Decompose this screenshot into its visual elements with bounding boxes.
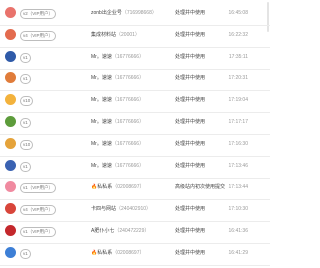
user-nickname: Mr。速速 [91, 53, 112, 60]
user-nickname: A肥仆小七 [91, 228, 115, 234]
timestamp: 16:22:32 [228, 31, 248, 38]
user-nickname: Mr。速速 [91, 162, 112, 169]
user-name[interactable]: Mr。速速（16776666） [91, 96, 144, 104]
user-name[interactable]: Mr。速速（16776666） [91, 140, 144, 148]
status-text: 处理并中使用 [175, 31, 206, 38]
status-text: 处理并中使用 [175, 228, 206, 234]
user-id: （240402910） [116, 206, 152, 213]
user-id: （02008697） [112, 249, 145, 256]
list-item[interactable]: v1 Mr。速速（16776666） 处理并中使用 17:13:46 [0, 156, 270, 179]
status-text: 处理并中使用 [175, 249, 206, 256]
user-id: （16776666） [111, 53, 145, 60]
user-id: （20001） [116, 31, 140, 38]
avatar-icon [5, 246, 16, 258]
level-badge: v4（VIP用户） [20, 205, 57, 216]
user-nickname: 集成材料站 [91, 31, 117, 38]
level-badge: v2（VIP用户） [20, 9, 57, 19]
status-text: 处理并中使用 [175, 206, 206, 213]
user-nickname: 卡四与网站 [91, 206, 117, 213]
list-item[interactable]: v4（VIP用户） 集成材料站（20001） 处理并中使用 16:22:32 [0, 25, 270, 48]
lips-avatar-icon [5, 225, 16, 236]
list-item[interactable]: v10 Mr。速速（16776666） 处理并中使用 17:19:04 [0, 90, 270, 114]
timestamp: 16:41:36 [228, 228, 248, 234]
avatar-icon [5, 116, 16, 127]
status-text: 处理并中使用 [175, 75, 206, 82]
status-text: 处理并中使用 [175, 53, 206, 60]
list-item[interactable]: v2（VIP用户） zonb出企业号（716998668） 处理并中使用 16:45:… [0, 3, 270, 26]
user-id: （240472229） [114, 228, 150, 234]
user-name[interactable]: 集成材料站（20001） [91, 31, 140, 39]
user-nickname: Mr。速速 [91, 119, 112, 125]
user-id: （02008697） [112, 184, 145, 191]
level-badge: v1（VIP用户） [20, 183, 57, 194]
user-id: （16776666） [111, 119, 145, 125]
status-text: 处理并中使用 [175, 97, 206, 104]
user-name[interactable]: Mr。速速（16776666） [91, 74, 144, 82]
user-name[interactable]: zonb出企业号（716998668） [91, 9, 157, 17]
list-item[interactable]: v1（VIP用户） A肥仆小七（240472229） 处理并中使用 16:41:36 [0, 221, 270, 244]
timestamp: 17:35:11 [228, 53, 248, 60]
user-nickname: Mr。速速 [91, 75, 112, 82]
status-text: 处理并中使用 [175, 140, 206, 147]
user-name[interactable]: 🔥私私系（02008697） [91, 183, 144, 191]
timestamp: 17:10:30 [228, 206, 248, 213]
level-badge: v4（VIP用户） [20, 30, 57, 41]
level-badge: v1 [20, 52, 31, 63]
level-badge: v10 [20, 139, 34, 150]
crown-avatar-icon [5, 94, 16, 106]
list-item[interactable]: v1 🔥私私系（02008697） 处理并中使用 16:41:29 [0, 243, 270, 266]
user-name[interactable]: 卡四与网站（240402910） [91, 205, 151, 213]
user-name[interactable]: Mr。速速（16776666） [91, 118, 144, 126]
user-name[interactable]: Mr。速速（16776666） [91, 162, 144, 170]
user-name[interactable]: 🔥私私系（02008697） [91, 249, 144, 257]
level-badge: v1 [20, 248, 31, 259]
timestamp: 17:13:46 [228, 162, 248, 169]
list-item[interactable]: v1（VIP用户） 🔥私私系（02008697） 高级站内初次使用提交 17:13:4… [0, 177, 270, 201]
level-badge: v1 [20, 161, 31, 172]
user-id: （16776666） [111, 162, 145, 169]
avatar-icon [5, 50, 16, 62]
user-nickname: 🔥私私系 [91, 184, 113, 191]
user-id: （16776666） [111, 97, 145, 104]
timestamp: 17:13:44 [228, 184, 248, 191]
list-item[interactable]: v10 Mr。速速（16776666） 处理并中使用 17:16:30 [0, 134, 270, 157]
status-text: 高级站内初次使用提交 [175, 184, 226, 191]
timestamp: 17:19:04 [228, 97, 248, 104]
timestamp: 16:41:29 [228, 249, 248, 256]
status-text: 处理并中使用 [175, 119, 206, 125]
user-nickname: zonb出企业号 [91, 10, 122, 16]
store-avatar-icon [5, 28, 16, 40]
user-id: （16776666） [111, 75, 145, 82]
status-text: 处理并中使用 [175, 10, 206, 16]
level-badge: v10 [20, 96, 34, 107]
user-id: （716998668） [121, 10, 157, 16]
timestamp: 17:20:31 [228, 75, 248, 82]
avatar-icon [5, 72, 16, 84]
list-item[interactable]: v4（VIP用户） 卡四与网站（240402910） 处理并中使用 17:10:30 [0, 199, 270, 223]
user-name[interactable]: Mr。速速（16776666） [91, 53, 144, 61]
user-name[interactable]: A肥仆小七（240472229） [91, 227, 149, 235]
camera-avatar-icon [5, 7, 16, 18]
timestamp: 16:45:08 [228, 10, 248, 16]
avatar-icon [5, 159, 16, 171]
avatar-icon [5, 137, 16, 149]
list-item[interactable]: v1 Mr。速速（16776666） 处理并中使用 17:17:17 [0, 112, 270, 135]
timestamp: 17:16:30 [228, 140, 248, 147]
user-nickname: 🔥私私系 [91, 249, 113, 256]
level-badge: v1 [20, 74, 31, 85]
level-badge: v1（VIP用户） [20, 227, 57, 237]
avatar-icon [5, 203, 16, 215]
user-nickname: Mr。速速 [91, 140, 112, 147]
level-badge: v1 [20, 118, 31, 128]
timestamp: 17:17:17 [228, 119, 248, 125]
list-item[interactable]: v1 Mr。速速（16776666） 处理并中使用 17:35:11 [0, 47, 270, 70]
user-nickname: Mr。速速 [91, 97, 112, 104]
avatar-icon [5, 181, 16, 193]
status-text: 处理并中使用 [175, 162, 206, 169]
user-activity-list: v2（VIP用户） zonb出企业号（716998668） 处理并中使用 16:45:… [0, 0, 270, 268]
user-id: （16776666） [111, 140, 145, 147]
row-divider [0, 264, 270, 266]
list-item[interactable]: v1 Mr。速速（16776666） 处理并中使用 17:20:31 [0, 68, 270, 92]
